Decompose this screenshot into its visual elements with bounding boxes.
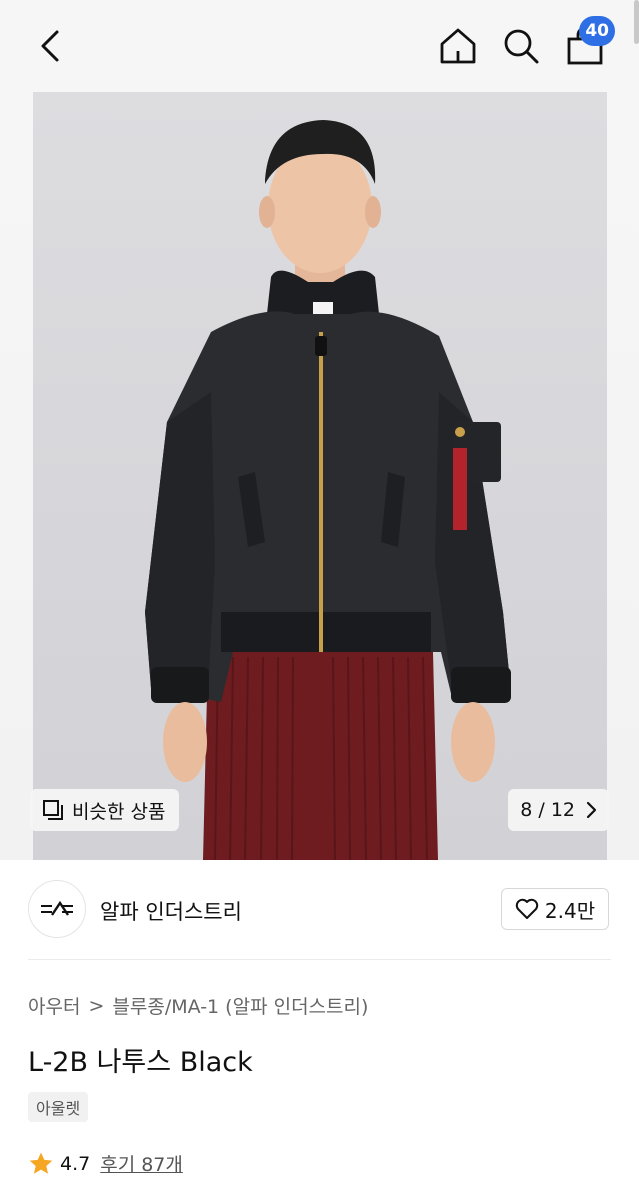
model-wearing-jacket-image xyxy=(145,120,511,860)
home-icon xyxy=(440,28,476,64)
like-count: 2.4만 xyxy=(544,898,596,923)
cart-count-badge: 40 xyxy=(579,16,615,46)
star-icon xyxy=(29,1152,53,1174)
product-image-gallery[interactable]: 비슷한 상품 8 / 12 xyxy=(0,92,639,860)
breadcrumb-category[interactable]: 아우터 xyxy=(28,992,80,1019)
image-counter[interactable]: 8 / 12 xyxy=(508,789,609,831)
breadcrumb-subcategory[interactable]: 블루종/MA-1 (알파 인더스트리) xyxy=(112,992,368,1019)
home-button[interactable] xyxy=(436,24,480,68)
brand-logo[interactable] xyxy=(28,880,86,938)
chevron-left-icon xyxy=(41,30,59,62)
search-button[interactable] xyxy=(499,24,543,68)
reviews-link[interactable]: 후기 87개 xyxy=(100,1150,183,1177)
image-counter-text: 8 / 12 xyxy=(520,799,575,821)
alpha-industries-logo-icon xyxy=(41,901,73,916)
chevron-right-icon xyxy=(586,801,597,819)
breadcrumb-separator: > xyxy=(88,994,105,1017)
search-icon xyxy=(504,29,539,64)
top-navigation-bar: 40 xyxy=(0,0,639,92)
back-button[interactable] xyxy=(30,26,70,66)
cart-button[interactable]: 40 xyxy=(563,16,615,68)
like-button[interactable]: 2.4만 xyxy=(501,888,609,930)
heart-icon xyxy=(515,898,539,919)
section-divider xyxy=(28,959,611,960)
outlet-tag: 아울렛 xyxy=(28,1092,89,1122)
product-title: L-2B 나투스 Black xyxy=(28,1047,253,1078)
similar-items-button[interactable]: 비슷한 상품 xyxy=(30,789,180,831)
brand-row: 알파 인더스트리 2.4만 xyxy=(0,860,639,960)
breadcrumb: 아우터 > 블루종/MA-1 (알파 인더스트리) xyxy=(28,992,368,1019)
product-photo[interactable] xyxy=(33,92,607,860)
brand-name[interactable]: 알파 인더스트리 xyxy=(100,896,242,926)
page-scrollbar[interactable] xyxy=(634,0,639,44)
rating-row: 4.7 후기 87개 xyxy=(28,1150,183,1177)
similar-items-icon xyxy=(43,800,63,820)
similar-items-label: 비슷한 상품 xyxy=(72,800,166,823)
rating-value: 4.7 xyxy=(60,1152,91,1175)
